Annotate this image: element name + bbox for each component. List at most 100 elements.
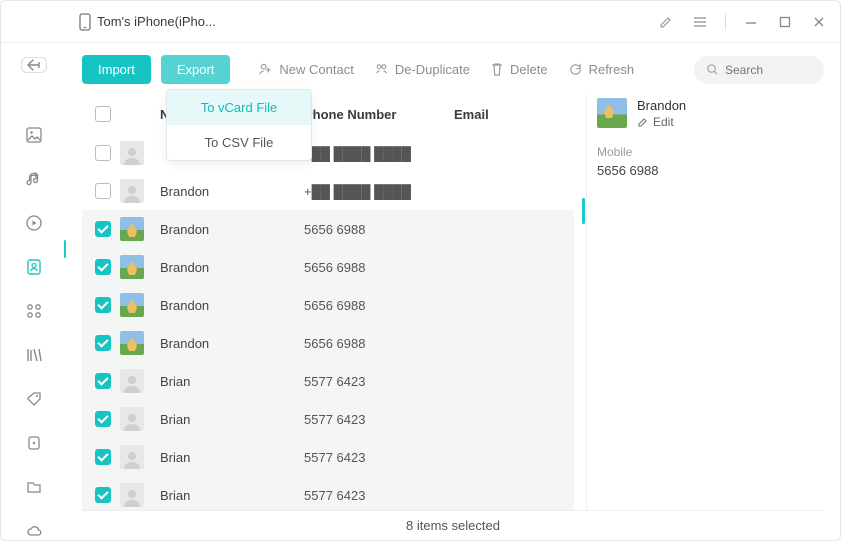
edit-button[interactable]: Edit	[637, 115, 686, 129]
detail-name: Brandon	[637, 98, 686, 113]
refresh-button[interactable]: Refresh	[568, 62, 635, 77]
detail-mobile-label: Mobile	[597, 145, 824, 159]
app-window: Tom's iPhone(iPho...	[0, 0, 841, 541]
import-button[interactable]: Import	[82, 55, 151, 84]
row-checkbox[interactable]	[95, 335, 111, 351]
row-checkbox[interactable]	[95, 183, 111, 199]
maximize-button[interactable]	[776, 13, 794, 31]
music-icon[interactable]	[24, 170, 44, 188]
contact-name: Brian	[154, 374, 304, 389]
contacts-table: Name Phone Number Email +██ ████ ████ Bra…	[82, 94, 574, 510]
new-contact-button[interactable]: New Contact	[258, 62, 353, 77]
files-icon[interactable]	[24, 478, 44, 496]
contact-phone: 5577 6423	[304, 374, 454, 389]
contact-name: Brandon	[154, 336, 304, 351]
table-body: +██ ████ ████Brandon+██ ████ ████Brandon…	[82, 134, 574, 510]
table-row[interactable]: Brian5577 6423	[82, 362, 574, 400]
contact-name: Brandon	[154, 222, 304, 237]
refresh-icon	[568, 62, 583, 77]
main: Import Export New Contact De-Duplicate D…	[66, 43, 840, 540]
row-checkbox[interactable]	[95, 259, 111, 275]
contact-phone: +██ ████ ████	[304, 146, 454, 161]
trash-icon	[490, 62, 504, 77]
table-row[interactable]: Brandon5656 6988	[82, 324, 574, 362]
contact-avatar	[120, 141, 144, 165]
contacts-icon[interactable]	[24, 258, 44, 276]
row-checkbox[interactable]	[95, 449, 111, 465]
contact-name: Brandon	[154, 298, 304, 313]
detail-panel: Brandon Edit Mobile 5656 6988	[586, 94, 824, 510]
header-phone[interactable]: Phone Number	[304, 107, 454, 122]
delete-button[interactable]: Delete	[490, 62, 548, 77]
contact-phone: 5656 6988	[304, 298, 454, 313]
edit-icon	[637, 116, 649, 128]
device-name: Tom's iPhone(iPho...	[97, 14, 216, 29]
table-row[interactable]: +██ ████ ████	[82, 134, 574, 172]
cloud-icon[interactable]	[24, 522, 44, 540]
table-header: Name Phone Number Email	[82, 94, 574, 134]
separator	[725, 14, 726, 30]
detail-mobile-value: 5656 6988	[597, 163, 824, 178]
table-row[interactable]: Brandon5656 6988	[82, 248, 574, 286]
person-plus-icon	[258, 62, 273, 77]
tag-icon[interactable]	[24, 390, 44, 408]
contact-name: Brandon	[154, 184, 304, 199]
titlebar-controls	[657, 13, 828, 31]
contact-name: Brian	[154, 488, 304, 503]
table-row[interactable]: Brian5577 6423	[82, 400, 574, 438]
table-row[interactable]: Brandon5656 6988	[82, 286, 574, 324]
books-icon[interactable]	[24, 346, 44, 364]
contact-avatar	[120, 255, 144, 279]
contact-name: Brian	[154, 450, 304, 465]
detail-header: Brandon Edit	[597, 94, 824, 139]
contact-phone: 5577 6423	[304, 412, 454, 427]
search-input[interactable]	[725, 63, 805, 77]
contact-avatar	[120, 445, 144, 469]
select-all-checkbox[interactable]	[95, 106, 111, 122]
contact-avatar	[120, 293, 144, 317]
search-box[interactable]	[694, 56, 824, 84]
contact-avatar	[120, 369, 144, 393]
contact-avatar	[120, 179, 144, 203]
toolbar: Import Export New Contact De-Duplicate D…	[82, 55, 824, 84]
de-duplicate-button[interactable]: De-Duplicate	[374, 62, 470, 77]
row-checkbox[interactable]	[95, 487, 111, 503]
contact-phone: 5656 6988	[304, 260, 454, 275]
close-button[interactable]	[810, 13, 828, 31]
sidebar	[1, 43, 66, 540]
toolbar-actions: New Contact De-Duplicate Delete Refresh	[258, 62, 634, 77]
contact-avatar	[120, 331, 144, 355]
device-label[interactable]: Tom's iPhone(iPho...	[79, 13, 216, 31]
row-checkbox[interactable]	[95, 145, 111, 161]
status-text: 8 items selected	[406, 518, 500, 533]
export-vcard-item[interactable]: To vCard File	[167, 90, 311, 125]
table-row[interactable]: Brian5577 6423	[82, 476, 574, 510]
safe-icon[interactable]	[24, 434, 44, 452]
apps-icon[interactable]	[24, 302, 44, 320]
table-row[interactable]: Brandon+██ ████ ████	[82, 172, 574, 210]
header-email[interactable]: Email	[454, 107, 574, 122]
table-row[interactable]: Brian5577 6423	[82, 438, 574, 476]
row-checkbox[interactable]	[95, 373, 111, 389]
detail-avatar	[597, 98, 627, 128]
row-checkbox[interactable]	[95, 221, 111, 237]
back-button[interactable]	[21, 57, 47, 73]
export-button[interactable]: Export	[161, 55, 231, 84]
contact-avatar	[120, 407, 144, 431]
menu-icon[interactable]	[691, 13, 709, 31]
row-checkbox[interactable]	[95, 297, 111, 313]
contact-name: Brian	[154, 412, 304, 427]
contact-avatar	[120, 217, 144, 241]
row-checkbox[interactable]	[95, 411, 111, 427]
scroll-indicator	[582, 198, 585, 224]
videos-icon[interactable]	[24, 214, 44, 232]
photos-icon[interactable]	[24, 126, 44, 144]
compose-icon[interactable]	[657, 13, 675, 31]
contact-phone: 5656 6988	[304, 336, 454, 351]
table-row[interactable]: Brandon5656 6988	[82, 210, 574, 248]
contact-phone: 5577 6423	[304, 450, 454, 465]
body: Import Export New Contact De-Duplicate D…	[1, 43, 840, 540]
minimize-button[interactable]	[742, 13, 760, 31]
deduplicate-icon	[374, 62, 389, 77]
export-csv-item[interactable]: To CSV File	[167, 125, 311, 160]
